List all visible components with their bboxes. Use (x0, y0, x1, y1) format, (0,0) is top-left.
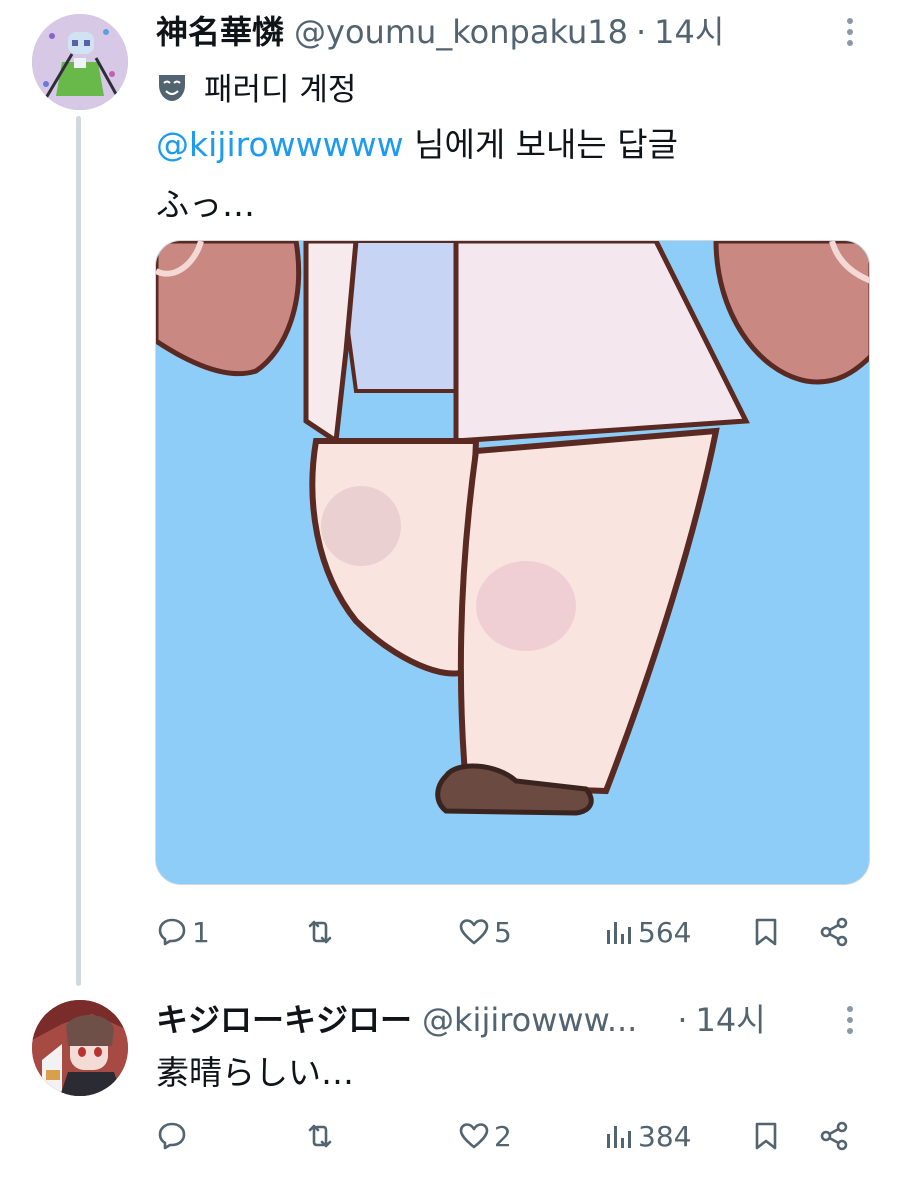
views-button[interactable]: 564 (602, 908, 691, 956)
bookmark-icon (755, 918, 777, 946)
heart-icon (459, 919, 489, 945)
parody-label-text: 패러디 계정 (204, 72, 357, 108)
reply-button[interactable] (156, 1112, 192, 1160)
share-button[interactable] (818, 1112, 850, 1160)
user-handle[interactable]: @kijirowww... (422, 1000, 637, 1040)
more-vertical-icon (847, 1006, 853, 1012)
like-count: 5 (494, 915, 512, 949)
theater-mask-icon (159, 74, 185, 101)
tweet-actions: 2 384 (156, 1112, 862, 1160)
reply-count: 1 (192, 915, 210, 949)
tweet-actions: 1 5 564 (156, 908, 862, 956)
more-options-button[interactable] (838, 1000, 862, 1040)
separator: · (635, 13, 647, 51)
reply-to-suffix: 님에게 보내는 답글 (403, 125, 678, 164)
share-icon (820, 1121, 848, 1151)
heart-icon (459, 1123, 489, 1149)
more-vertical-icon (847, 18, 853, 24)
timestamp[interactable]: 14시 (696, 1000, 766, 1040)
retweet-icon (308, 920, 332, 944)
tweet-header: 神名華憐 @youmu_konpaku18 · 14시 (156, 12, 724, 52)
tweet-text: 素晴らしい… (156, 1053, 354, 1092)
display-name[interactable]: キジローキジロー (156, 1000, 412, 1040)
tweet-header: キジローキジロー @kijirowww... · 14시 (156, 1000, 766, 1040)
speech-bubble-icon (158, 918, 186, 946)
more-options-button[interactable] (838, 12, 862, 52)
avatar[interactable] (32, 14, 128, 110)
speech-bubble-icon (158, 1122, 186, 1150)
timestamp[interactable]: 14시 (654, 12, 724, 52)
reply-button[interactable]: 1 (156, 908, 210, 956)
like-button[interactable]: 5 (458, 908, 512, 956)
thread-connector-line (76, 116, 81, 986)
like-button[interactable]: 2 (458, 1112, 512, 1160)
reply-to-mention-link[interactable]: @kijirowwwww (156, 125, 404, 164)
user-handle[interactable]: @youmu_konpaku18 (294, 12, 628, 52)
retweet-button[interactable] (304, 908, 340, 956)
tweet-text: ふっ… (156, 185, 255, 224)
like-count: 2 (494, 1119, 512, 1153)
separator: · (677, 1001, 688, 1039)
bookmark-icon (755, 1122, 777, 1150)
parody-account-label: 패러디 계정 (156, 64, 356, 109)
share-button[interactable] (818, 908, 850, 956)
display-name[interactable]: 神名華憐 (156, 12, 284, 52)
views-button[interactable]: 384 (602, 1112, 691, 1160)
tweet-media-image[interactable] (155, 240, 870, 885)
replying-to: @kijirowwwww 님에게 보내는 답글 (156, 124, 678, 166)
retweet-icon (308, 1124, 332, 1148)
bar-chart-icon (607, 922, 631, 944)
avatar[interactable] (32, 1000, 128, 1096)
retweet-button[interactable] (304, 1112, 340, 1160)
bar-chart-icon (607, 1126, 631, 1148)
bookmark-button[interactable] (750, 908, 782, 956)
view-count: 564 (638, 915, 692, 949)
share-icon (820, 917, 848, 947)
view-count: 384 (638, 1119, 692, 1153)
bookmark-button[interactable] (750, 1112, 782, 1160)
